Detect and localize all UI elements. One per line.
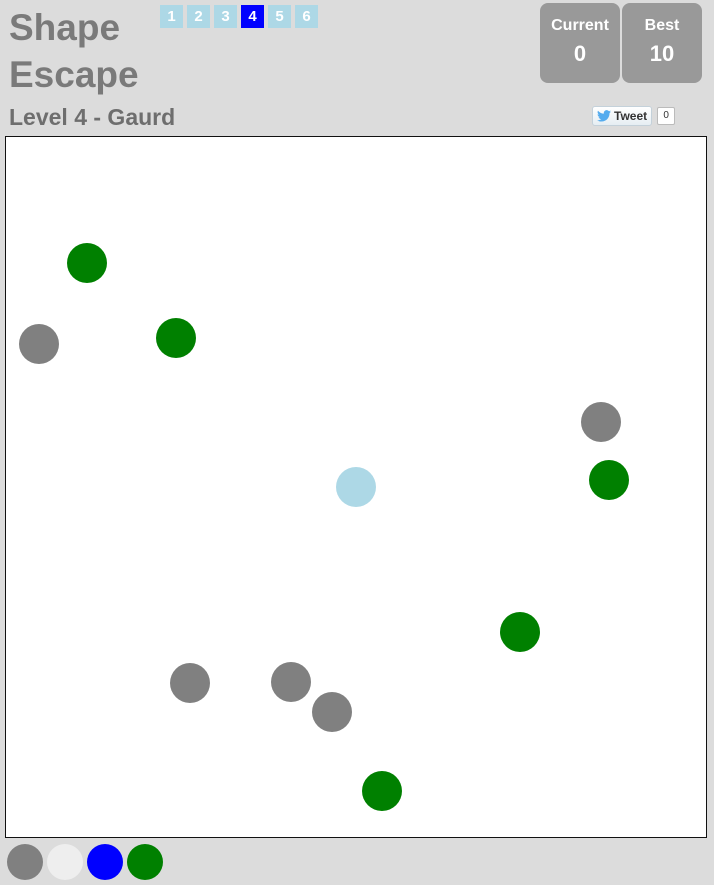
game-board[interactable] <box>5 136 707 838</box>
green-shape <box>589 460 629 500</box>
player-shape[interactable] <box>336 467 376 507</box>
level-button-1[interactable]: 1 <box>160 5 183 28</box>
current-score-box: Current 0 <box>540 3 620 83</box>
swatch-green[interactable] <box>127 844 163 880</box>
gray-shape <box>19 324 59 364</box>
level-button-5[interactable]: 5 <box>268 5 291 28</box>
green-shape <box>362 771 402 811</box>
best-score-label: Best <box>644 17 680 34</box>
twitter-bird-icon <box>597 110 611 122</box>
gray-shape <box>170 663 210 703</box>
title-line-2: Escape <box>9 54 139 95</box>
tweet-count: 0 <box>657 107 676 125</box>
game-board-canvas[interactable] <box>6 137 706 837</box>
gray-shape <box>312 692 352 732</box>
level-button-6[interactable]: 6 <box>295 5 318 28</box>
swatch-blue[interactable] <box>87 844 123 880</box>
swatch-light-gray[interactable] <box>47 844 83 880</box>
level-name: Level 4 - Gaurd <box>9 104 176 130</box>
green-shape <box>500 612 540 652</box>
level-button-2[interactable]: 2 <box>187 5 210 28</box>
best-score-box: Best 10 <box>622 3 702 83</box>
swatch-gray[interactable] <box>7 844 43 880</box>
game-title: Shape Escape <box>9 4 139 98</box>
current-score-label: Current <box>551 17 609 34</box>
gray-shape <box>271 662 311 702</box>
tweet-widget: Tweet 0 <box>592 106 676 126</box>
level-selector: 123456 <box>160 5 318 28</box>
green-shape <box>156 318 196 358</box>
color-palette <box>7 844 163 880</box>
best-score-value: 10 <box>649 41 675 66</box>
current-score-value: 0 <box>573 41 587 66</box>
tweet-label: Tweet <box>614 109 648 123</box>
level-button-3[interactable]: 3 <box>214 5 237 28</box>
green-shape <box>67 243 107 283</box>
tweet-button[interactable]: Tweet <box>592 106 653 126</box>
title-line-1: Shape <box>9 7 121 48</box>
gray-shape <box>581 402 621 442</box>
level-button-4[interactable]: 4 <box>241 5 264 28</box>
